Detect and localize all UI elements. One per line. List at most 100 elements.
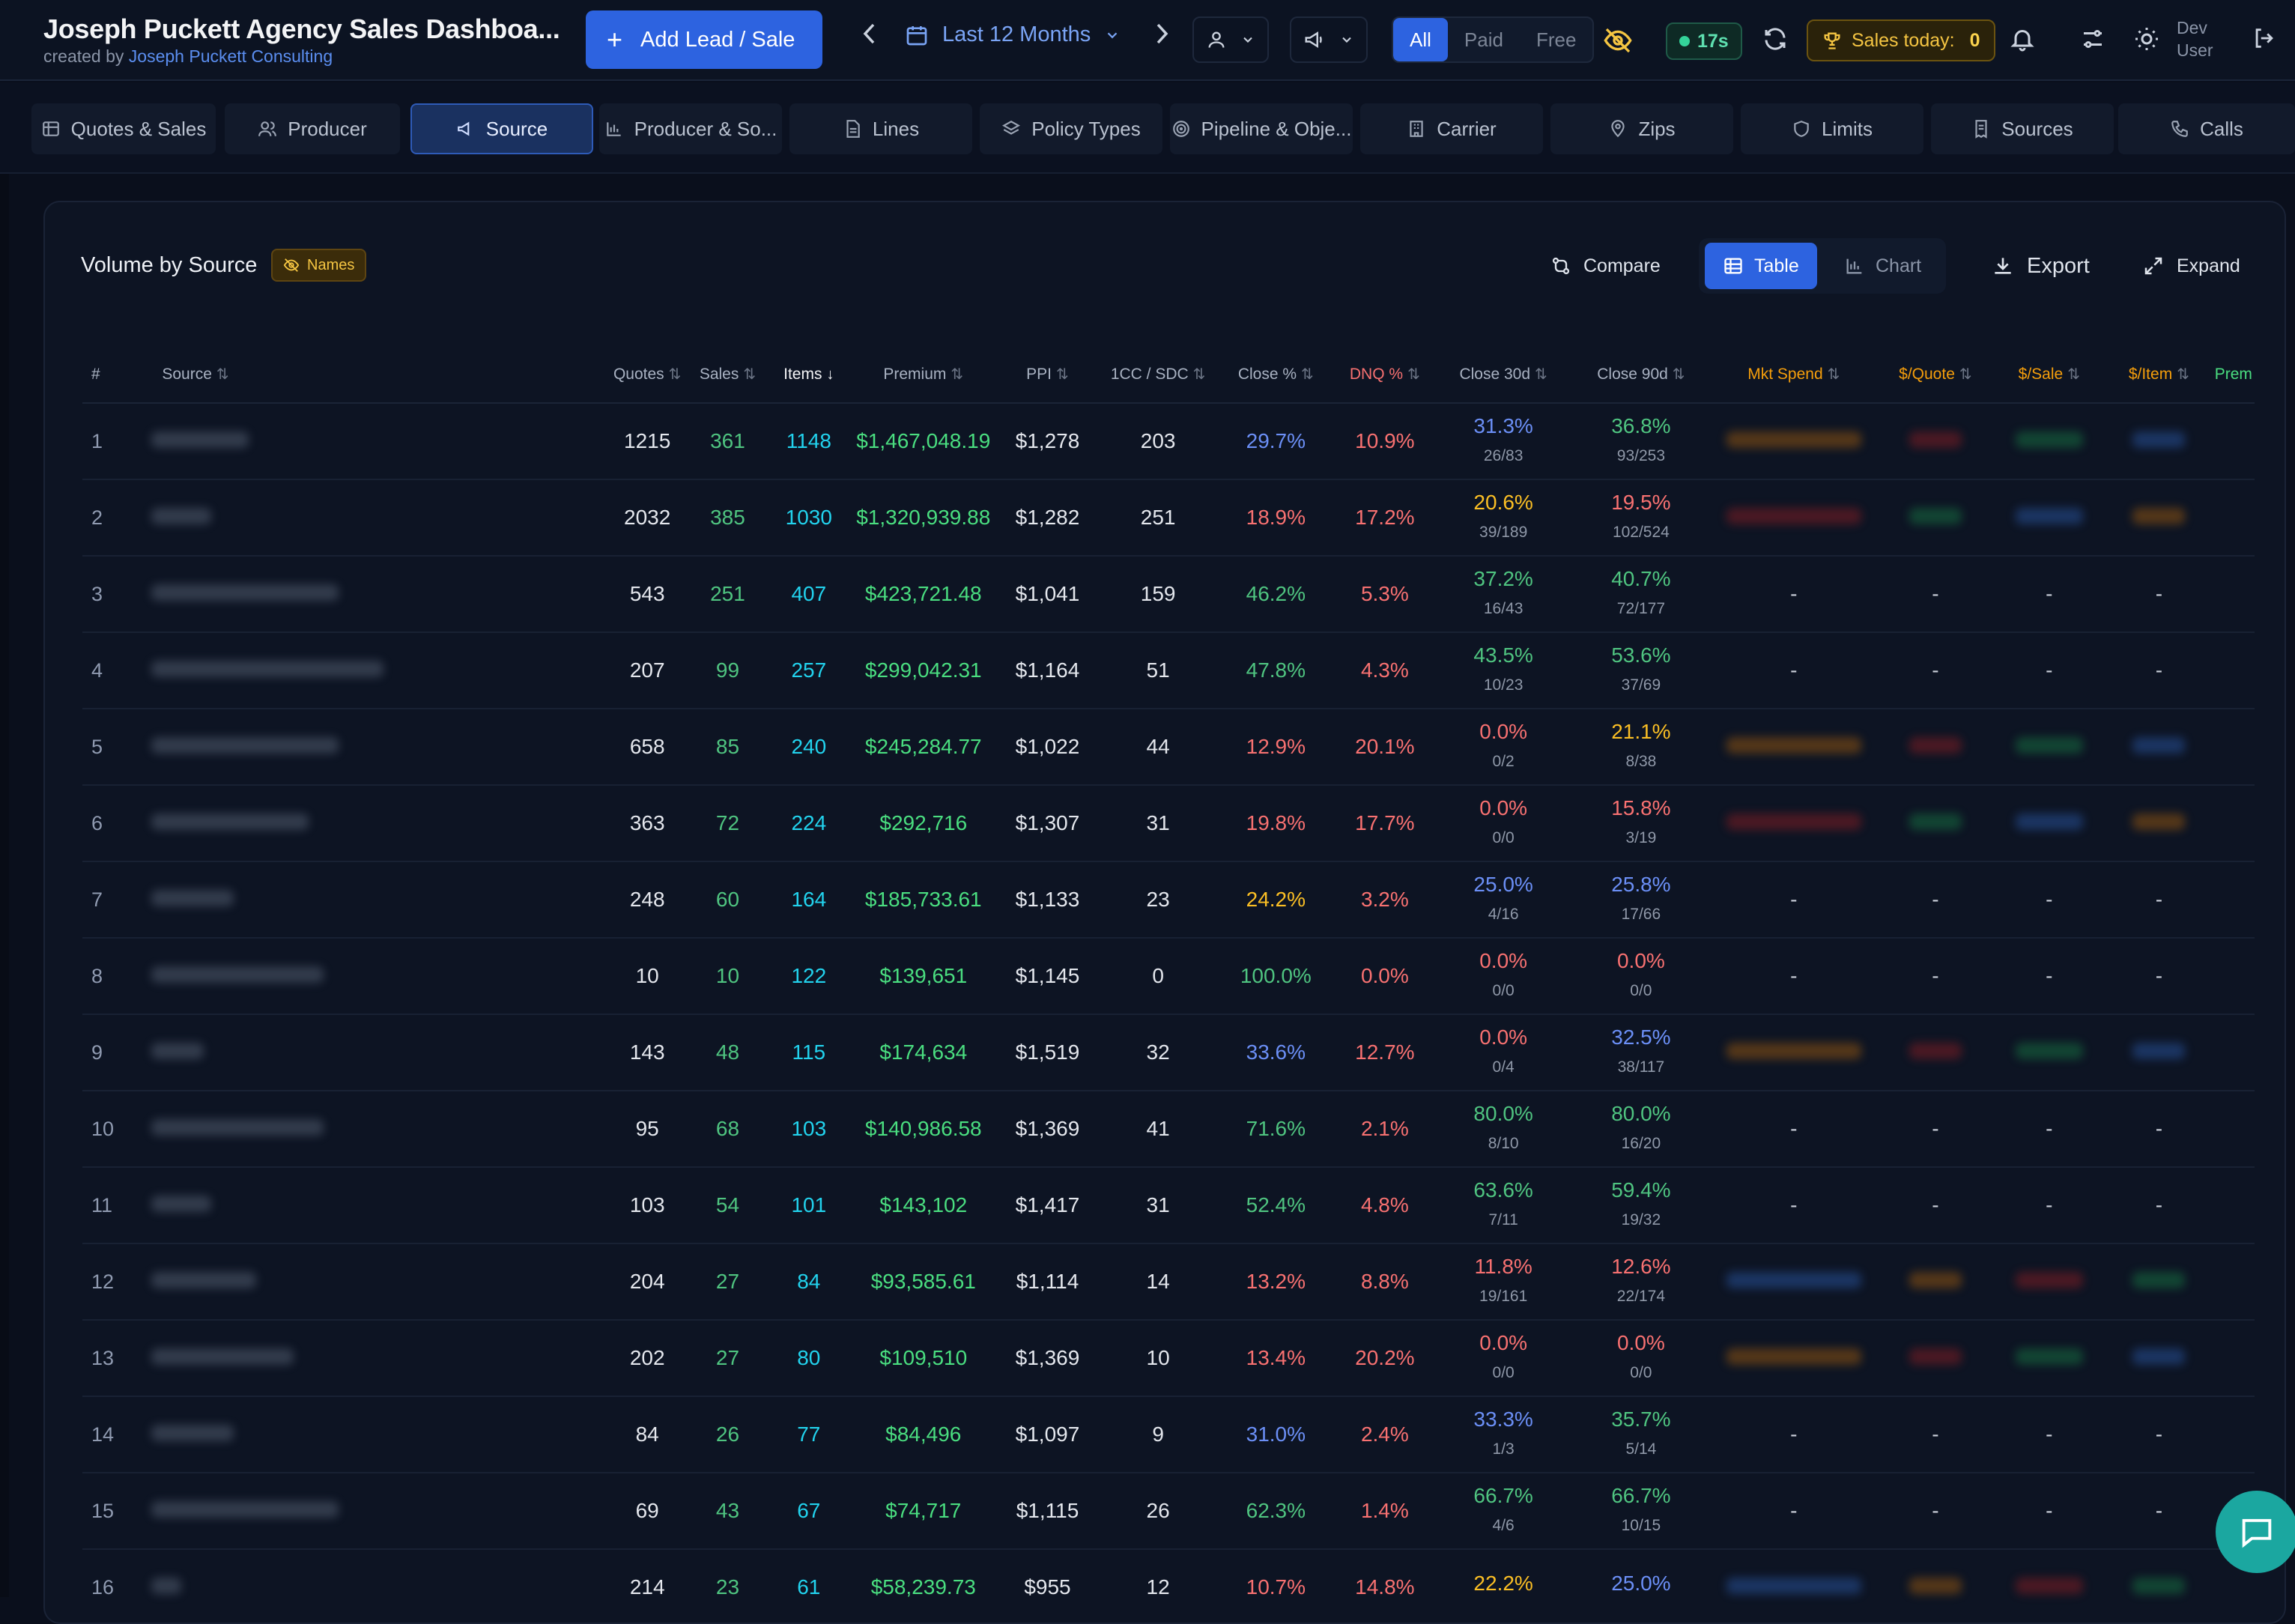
sales-cell: 27 [687, 1243, 768, 1321]
col-per-quote[interactable]: $/Quote ⇅ [1876, 346, 1995, 404]
refresh-icon[interactable] [1762, 25, 1789, 56]
close-90d-cell: 25.8% 17/66 [1570, 861, 1712, 939]
redacted-value [1726, 1578, 1861, 1594]
quotes-cell: 207 [607, 632, 688, 709]
sales-today-badge[interactable]: Sales today: 0 [1807, 19, 1995, 61]
table-row[interactable]: 8 10 10 122 $139,651 $1,145 0 100.0% 0.0… [82, 938, 2255, 1015]
tab-zips[interactable]: Zips [1550, 103, 1733, 154]
tab-pipeline-objectives[interactable]: Pipeline & Obje... [1170, 103, 1353, 154]
col-dnq-pct[interactable]: DNQ % ⇅ [1333, 346, 1437, 404]
premium-cell: $84,496 [849, 1396, 998, 1473]
col-close-pct[interactable]: Close % ⇅ [1218, 346, 1333, 404]
close-90d-ratio: 3/19 [1625, 829, 1657, 846]
segment-paid[interactable]: Paid [1448, 18, 1520, 61]
segment-all[interactable]: All [1393, 18, 1448, 61]
sales-cell: 60 [687, 861, 768, 939]
expand-button[interactable]: Expand [2127, 241, 2255, 291]
close-30d-ratio: 0/2 [1492, 753, 1515, 770]
col-premium[interactable]: Premium ⇅ [849, 346, 998, 404]
table-row[interactable]: 2 2032 385 1030 $1,320,939.88 $1,282 251… [82, 479, 2255, 557]
table-row[interactable]: 3 543 251 407 $423,721.48 $1,041 159 46.… [82, 556, 2255, 633]
tab-quotes-sales[interactable]: Quotes & Sales [31, 103, 216, 154]
table-row[interactable]: 5 658 85 240 $245,284.77 $1,022 44 12.9%… [82, 709, 2255, 786]
chevron-right-icon[interactable] [1153, 21, 1170, 53]
tab-producer-source[interactable]: Producer & So... [599, 103, 782, 154]
chevron-left-icon[interactable] [861, 21, 878, 53]
user-menu[interactable]: Dev User [2177, 16, 2213, 61]
close-pct-cell: 24.2% [1218, 861, 1333, 939]
close-90d-pct: 35.7% [1611, 1408, 1671, 1431]
per-quote-cell: - [1876, 1396, 1995, 1473]
col-items[interactable]: Items ↓ [768, 346, 849, 404]
settings-sliders-icon[interactable] [2079, 25, 2106, 56]
user-filter-dropdown[interactable] [1192, 16, 1269, 63]
date-range-picker[interactable]: Last 12 Months [905, 22, 1121, 47]
close-30d-pct: 0.0% [1479, 1025, 1528, 1049]
chat-button[interactable] [2216, 1491, 2295, 1573]
tab-sources[interactable]: Sources [1931, 103, 2114, 154]
tab-source[interactable]: Source [410, 103, 593, 154]
source-name-cell [138, 1320, 608, 1397]
col-per-sale[interactable]: $/Sale ⇅ [1995, 346, 2104, 404]
col-1cc-sdc[interactable]: 1CC / SDC ⇅ [1097, 346, 1219, 404]
tab-limits[interactable]: Limits [1741, 103, 1923, 154]
tab-lines[interactable]: Lines [789, 103, 972, 154]
chart-view-button[interactable]: Chart [1826, 243, 1939, 289]
mkt-spend-cell [1712, 1549, 1876, 1623]
close-pct-cell: 13.2% [1218, 1243, 1333, 1321]
created-by-link[interactable]: Joseph Puckett Consulting [129, 46, 333, 66]
close-30d-ratio: 0/0 [1492, 829, 1515, 846]
table-row[interactable]: 15 69 43 67 $74,717 $1,115 26 62.3% 1.4%… [82, 1473, 2255, 1550]
prem-cell [2214, 938, 2255, 1015]
tab-carrier[interactable]: Carrier [1360, 103, 1543, 154]
redacted-value [2015, 813, 2083, 830]
col-mkt-spend[interactable]: Mkt Spend ⇅ [1712, 346, 1876, 404]
col-close-30d[interactable]: Close 30d ⇅ [1436, 346, 1571, 404]
table-row[interactable]: 4 207 99 257 $299,042.31 $1,164 51 47.8%… [82, 632, 2255, 709]
names-toggle-badge[interactable]: Names [271, 249, 367, 282]
source-filter-dropdown[interactable] [1290, 16, 1368, 63]
per-item-cell: - [2103, 1473, 2215, 1550]
tab-policy-types[interactable]: Policy Types [980, 103, 1162, 154]
table-row[interactable]: 11 103 54 101 $143,102 $1,417 31 52.4% 4… [82, 1167, 2255, 1244]
table-row[interactable]: 7 248 60 164 $185,733.61 $1,133 23 24.2%… [82, 861, 2255, 939]
source-name-cell [138, 1014, 608, 1091]
table-row[interactable]: 16 214 23 61 $58,239.73 $955 12 10.7% 14… [82, 1549, 2255, 1623]
table-row[interactable]: 14 84 26 77 $84,496 $1,097 9 31.0% 2.4% … [82, 1396, 2255, 1473]
premium-cell: $299,042.31 [849, 632, 998, 709]
per-sale-cell: - [1995, 861, 2104, 939]
premium-cell: $109,510 [849, 1320, 998, 1397]
col-prem[interactable]: Prem [2214, 346, 2255, 404]
table-row[interactable]: 12 204 27 84 $93,585.61 $1,114 14 13.2% … [82, 1243, 2255, 1321]
tab-producer[interactable]: Producer [225, 103, 400, 154]
bell-icon[interactable] [2009, 25, 2036, 56]
per-quote-cell: - [1876, 632, 1995, 709]
add-lead-sale-button[interactable]: + Add Lead / Sale [586, 10, 822, 69]
table-row[interactable]: 1 1215 361 1148 $1,467,048.19 $1,278 203… [82, 403, 2255, 480]
table-row[interactable]: 13 202 27 80 $109,510 $1,369 10 13.4% 20… [82, 1320, 2255, 1397]
export-button[interactable]: Export [1976, 241, 2105, 291]
table-row[interactable]: 10 95 68 103 $140,986.58 $1,369 41 71.6%… [82, 1091, 2255, 1168]
calendar-icon [906, 25, 927, 45]
col-quotes[interactable]: Quotes ⇅ [607, 346, 688, 404]
prem-cell [2214, 479, 2255, 557]
tab-calls[interactable]: Calls [2118, 103, 2295, 154]
compare-button[interactable]: Compare [1535, 241, 1676, 291]
mkt-spend-cell [1712, 479, 1876, 557]
col-ppi[interactable]: PPI ⇅ [997, 346, 1098, 404]
col-close-90d[interactable]: Close 90d ⇅ [1570, 346, 1712, 404]
table-row[interactable]: 9 143 48 115 $174,634 $1,519 32 33.6% 12… [82, 1014, 2255, 1091]
eye-off-icon[interactable] [1603, 25, 1633, 59]
col-source[interactable]: Source ⇅ [138, 346, 608, 404]
redacted-value [2132, 813, 2186, 830]
table-view-button[interactable]: Table [1705, 243, 1817, 289]
quotes-cell: 658 [607, 709, 688, 786]
col-per-item[interactable]: $/Item ⇅ [2103, 346, 2215, 404]
logout-icon[interactable] [2252, 25, 2277, 55]
dnq-pct-cell: 17.2% [1333, 479, 1437, 557]
rank-cell: 11 [82, 1167, 139, 1244]
sun-icon[interactable] [2133, 25, 2160, 56]
col-sales[interactable]: Sales ⇅ [687, 346, 768, 404]
table-row[interactable]: 6 363 72 224 $292,716 $1,307 31 19.8% 17… [82, 785, 2255, 862]
segment-free[interactable]: Free [1520, 18, 1592, 61]
